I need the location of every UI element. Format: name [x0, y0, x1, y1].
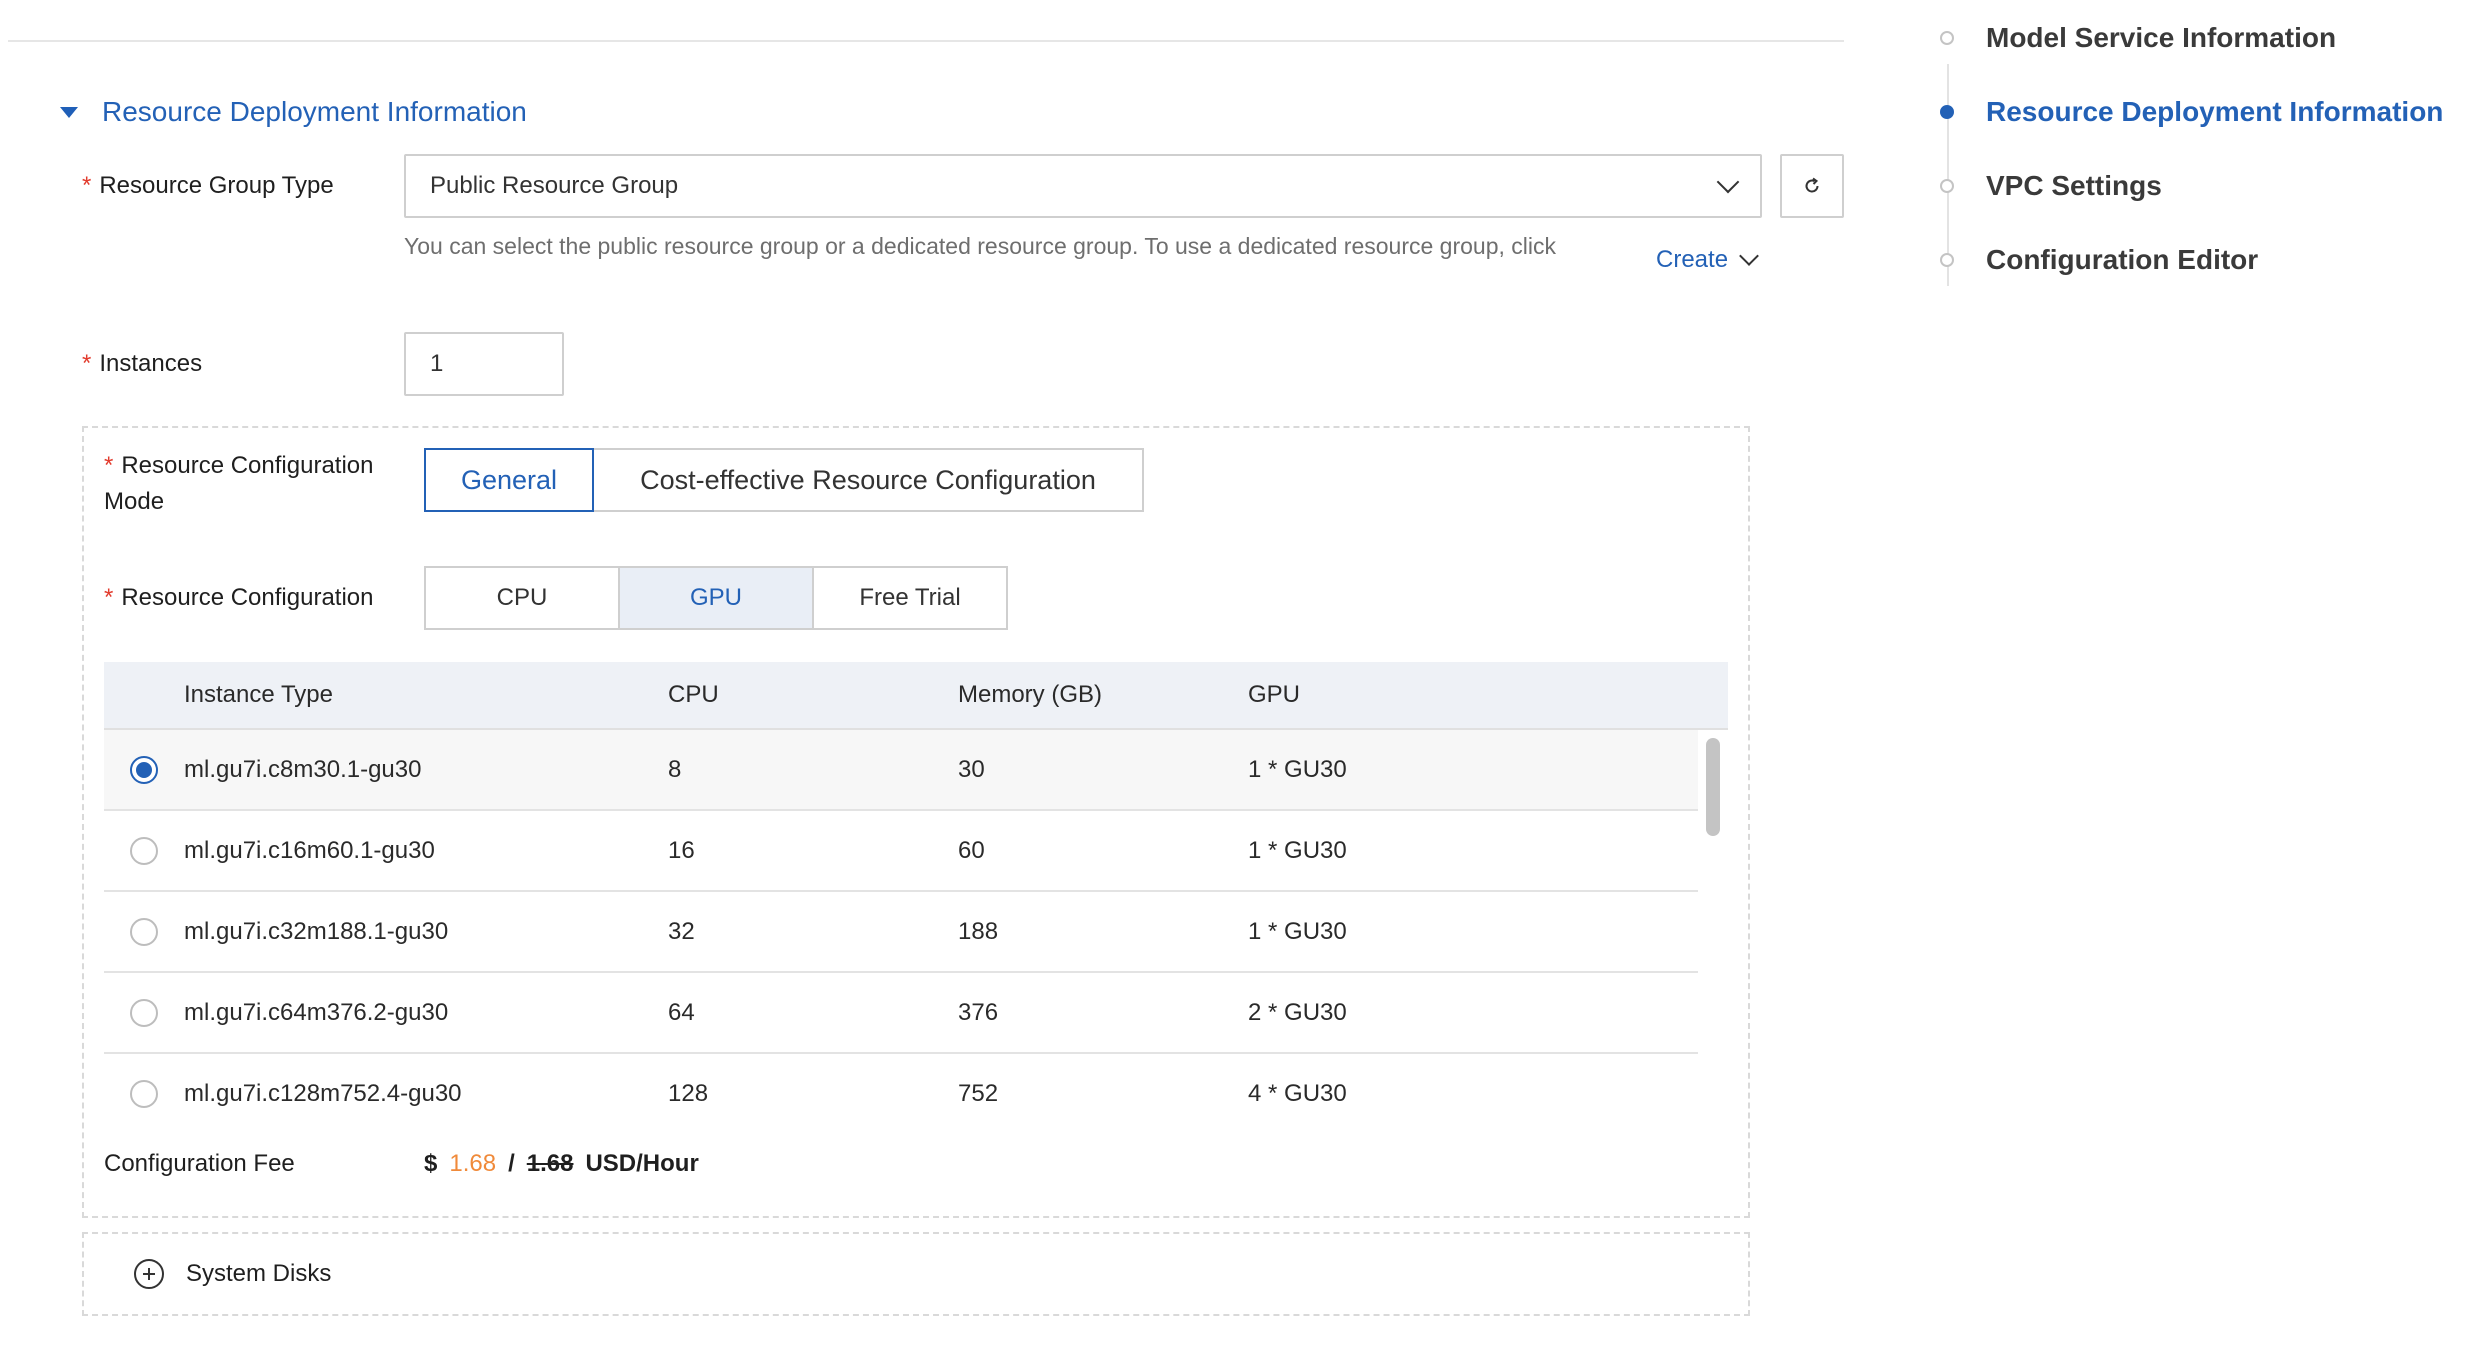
cell-cpu: 16 — [668, 836, 695, 864]
row-radio[interactable] — [130, 755, 158, 784]
header-cpu: CPU — [668, 681, 719, 708]
instances-label: * Instances — [82, 350, 203, 377]
table-row[interactable]: ml.gu7i.c128m752.4-gu30 128 752 4 * GU30 — [104, 1054, 1698, 1130]
config-mode-segmented: General Cost-effective Resource Configur… — [424, 448, 1144, 512]
header-gpu: GPU — [1248, 681, 1301, 708]
anchor-item-vpc-settings[interactable]: VPC Settings — [1930, 166, 2162, 206]
fee-currency: $ — [424, 1150, 438, 1177]
instances-input[interactable]: 1 — [404, 332, 564, 396]
section-title: Resource Deployment Information — [102, 96, 527, 127]
resource-group-select[interactable]: Public Resource Group — [404, 154, 1762, 218]
cell-memory: 188 — [958, 917, 999, 945]
refresh-icon — [1805, 177, 1819, 193]
anchor-item-resource-deployment[interactable]: Resource Deployment Information — [1930, 92, 2443, 132]
anchor-dot — [1940, 179, 1954, 193]
table-row[interactable]: ml.gu7i.c8m30.1-gu30 8 30 1 * GU30 — [104, 730, 1698, 811]
chevron-down-icon — [1739, 246, 1759, 266]
config-mode-cost-effective[interactable]: Cost-effective Resource Configuration — [592, 448, 1144, 512]
cell-instance-type: ml.gu7i.c128m752.4-gu30 — [184, 1079, 462, 1107]
cell-cpu: 8 — [668, 755, 682, 783]
anchor-item-model-service[interactable]: Model Service Information — [1930, 18, 2336, 58]
system-disks-panel[interactable]: System Disks — [82, 1232, 1750, 1316]
cell-instance-type: ml.gu7i.c32m188.1-gu30 — [184, 917, 449, 945]
required-asterisk: * — [104, 452, 114, 479]
row-radio[interactable] — [130, 836, 158, 865]
cell-memory: 60 — [958, 836, 985, 864]
refresh-button[interactable] — [1780, 154, 1844, 218]
plus-circle-icon — [134, 1259, 164, 1289]
cell-cpu: 64 — [668, 998, 695, 1026]
resource-config-segmented: CPU GPU Free Trial — [424, 566, 1008, 630]
caret-down-icon — [60, 106, 78, 118]
scrollbar-thumb[interactable] — [1706, 738, 1720, 836]
resource-config-label: * Resource Configuration — [104, 584, 374, 611]
cell-memory: 376 — [958, 998, 999, 1026]
create-link-label: Create — [1656, 246, 1729, 273]
config-mode-general[interactable]: General — [424, 448, 594, 512]
cell-cpu: 32 — [668, 917, 695, 945]
config-mode-label: * Resource Configuration Mode — [104, 452, 374, 515]
configuration-fee-label: Configuration Fee — [104, 1150, 295, 1177]
top-divider — [8, 40, 1844, 42]
table-header: Instance Type CPU Memory (GB) GPU — [104, 662, 1728, 730]
fee-separator: / — [508, 1150, 515, 1177]
system-disks-label: System Disks — [186, 1260, 332, 1287]
table-row[interactable]: ml.gu7i.c32m188.1-gu30 32 188 1 * GU30 — [104, 892, 1698, 973]
table-row[interactable]: ml.gu7i.c16m60.1-gu30 16 60 1 * GU30 — [104, 811, 1698, 892]
cell-instance-type: ml.gu7i.c8m30.1-gu30 — [184, 755, 422, 783]
chevron-down-icon — [1716, 170, 1740, 194]
resource-config-free-trial[interactable]: Free Trial — [812, 566, 1008, 630]
instance-type-table: Instance Type CPU Memory (GB) GPU ml.gu7… — [104, 662, 1728, 1130]
fee-price: 1.68 — [449, 1150, 497, 1177]
header-memory: Memory (GB) — [958, 681, 1102, 708]
configuration-fee-value: $ 1.68 / 1.68 USD/Hour — [424, 1146, 699, 1182]
header-instance-type: Instance Type — [184, 681, 333, 708]
cell-gpu: 4 * GU30 — [1248, 1079, 1347, 1107]
resource-group-type-label: * Resource Group Type — [82, 172, 334, 199]
row-radio[interactable] — [130, 1079, 158, 1108]
cell-gpu: 2 * GU30 — [1248, 998, 1347, 1026]
required-asterisk: * — [82, 172, 92, 199]
resource-config-cpu[interactable]: CPU — [424, 566, 620, 630]
anchor-dot — [1940, 253, 1954, 267]
fee-unit: USD/Hour — [585, 1150, 699, 1177]
cell-instance-type: ml.gu7i.c64m376.2-gu30 — [184, 998, 449, 1026]
table-body: ml.gu7i.c8m30.1-gu30 8 30 1 * GU30 ml.gu… — [104, 730, 1728, 1130]
cell-memory: 752 — [958, 1079, 999, 1107]
cell-cpu: 128 — [668, 1079, 709, 1107]
resource-group-select-value: Public Resource Group — [430, 172, 679, 199]
cell-memory: 30 — [958, 755, 985, 783]
create-dedicated-group-link[interactable]: Create — [1656, 246, 1759, 274]
table-scrollbar[interactable] — [1698, 730, 1728, 1130]
row-radio[interactable] — [130, 998, 158, 1027]
required-asterisk: * — [82, 350, 92, 377]
fee-original-price: 1.68 — [526, 1150, 574, 1177]
row-radio[interactable] — [130, 917, 158, 946]
required-asterisk: * — [104, 584, 114, 611]
anchor-dot — [1940, 31, 1954, 45]
table-row[interactable]: ml.gu7i.c64m376.2-gu30 64 376 2 * GU30 — [104, 973, 1698, 1054]
cell-gpu: 1 * GU30 — [1248, 917, 1347, 945]
cell-instance-type: ml.gu7i.c16m60.1-gu30 — [184, 836, 435, 864]
resource-config-gpu[interactable]: GPU — [618, 566, 814, 630]
cell-gpu: 1 * GU30 — [1248, 755, 1347, 783]
anchor-item-configuration-editor[interactable]: Configuration Editor — [1930, 240, 2258, 280]
anchor-dot-active — [1940, 105, 1954, 119]
cell-gpu: 1 * GU30 — [1248, 836, 1347, 864]
resource-group-help-text: You can select the public resource group… — [404, 233, 1556, 259]
section-header-resource-deployment[interactable]: Resource Deployment Information — [60, 92, 527, 132]
